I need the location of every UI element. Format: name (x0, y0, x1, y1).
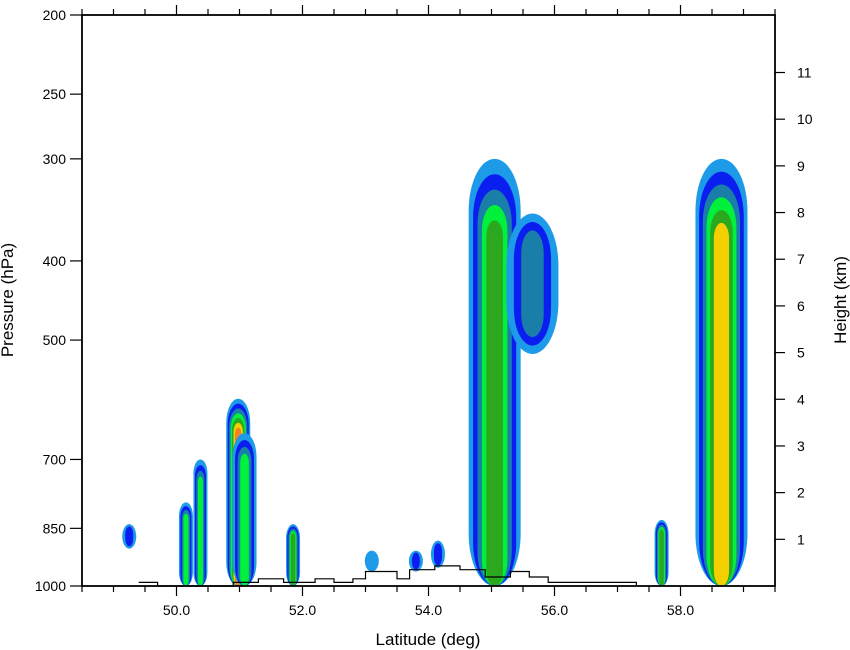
pressure-latitude-cross-section: 50.0 52.0 54.0 56.0 58.0 200 250 300 400 500 700 8… (0, 5, 850, 649)
y2-tick-label: 7 (797, 251, 805, 267)
y2-axis-title: Height (km) (831, 256, 850, 344)
y2-tick-label: 4 (797, 391, 805, 407)
plot-background (82, 15, 775, 586)
y-tick-label: 1000 (35, 578, 66, 594)
y2-tick-label: 9 (797, 158, 805, 174)
x-tick-label: 56.0 (541, 602, 568, 618)
contour-level-4 (240, 453, 249, 586)
y-tick-label: 500 (43, 332, 67, 348)
contour-level-2 (125, 526, 134, 547)
contour-level-6 (713, 222, 730, 586)
contour-level-5 (486, 220, 503, 587)
y-tick-label: 250 (43, 86, 67, 102)
x-tick-label: 58.0 (667, 602, 694, 618)
y2-tick-label: 10 (797, 111, 813, 127)
y2-tick-label: 3 (797, 438, 805, 454)
y-axis-title: Pressure (hPa) (0, 243, 17, 357)
x-tick-label: 52.0 (289, 602, 316, 618)
y2-tick-label: 8 (797, 205, 805, 221)
y-tick-label: 850 (43, 520, 67, 536)
height-axis-ticks: 1 2 3 4 5 6 7 8 9 10 11 (775, 64, 813, 547)
x-tick-label: 54.0 (415, 602, 442, 618)
y2-tick-label: 1 (797, 531, 805, 547)
contour-level-5 (290, 533, 296, 586)
y-tick-label: 300 (43, 151, 67, 167)
contour-level-4 (183, 513, 189, 586)
y2-tick-label: 5 (797, 345, 805, 361)
contour-level-3 (521, 230, 544, 338)
y-tick-label: 200 (43, 7, 67, 23)
x-axis-title: Latitude (deg) (376, 630, 481, 649)
y2-tick-label: 2 (797, 485, 805, 501)
y2-tick-label: 11 (797, 64, 812, 80)
contour-level-5 (659, 529, 664, 586)
contour-level-1 (364, 550, 379, 572)
y2-tick-label: 6 (797, 298, 805, 314)
y-tick-label: 400 (43, 253, 67, 269)
y-axis-ticks: 200 250 300 400 500 700 850 1000 (35, 7, 82, 594)
contour-level-2 (433, 543, 442, 566)
x-tick-label: 50.0 (163, 602, 190, 618)
contour-level-4 (197, 476, 203, 586)
y-tick-label: 700 (43, 451, 67, 467)
contour-level-2 (411, 552, 420, 570)
